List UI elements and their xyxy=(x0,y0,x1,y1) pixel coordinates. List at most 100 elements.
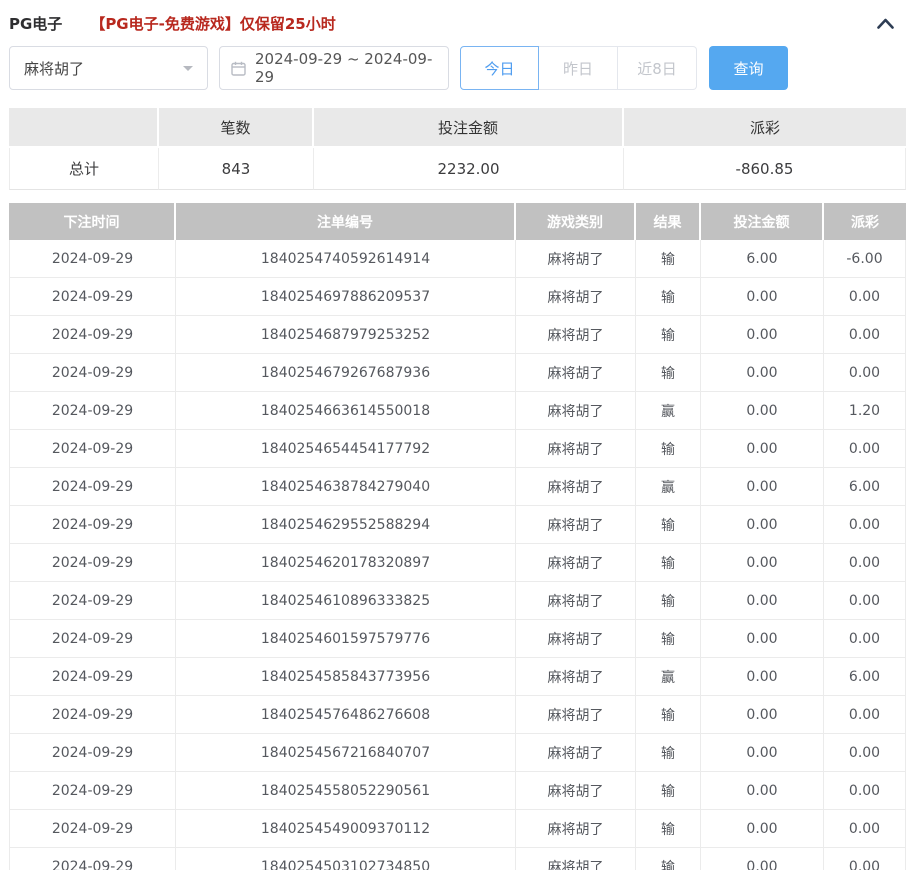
table-row: 2024-09-291840254740592614914麻将胡了输6.00-6… xyxy=(9,240,906,278)
cell-game-type: 麻将胡了 xyxy=(516,772,636,810)
cell-bet-amount: 0.00 xyxy=(701,506,824,544)
quick-range-buttons: 今日昨日近8日 xyxy=(460,46,697,90)
cell-bet-date: 2024-09-29 xyxy=(9,734,176,772)
cell-payout: 1.20 xyxy=(824,392,906,430)
table-row: 2024-09-291840254679267687936麻将胡了输0.000.… xyxy=(9,354,906,392)
pg-report-panel: PG电子 【PG电子-免费游戏】仅保留25小时 麻将胡了 2024-09-29 … xyxy=(0,0,915,870)
date-range-input[interactable]: 2024-09-29 ~ 2024-09-29 xyxy=(219,46,449,90)
cell-game-type: 麻将胡了 xyxy=(516,544,636,582)
cell-bet-id: 1840254620178320897 xyxy=(176,544,516,582)
cell-result: 输 xyxy=(636,430,701,468)
cell-result: 输 xyxy=(636,240,701,278)
cell-bet-id: 1840254610896333825 xyxy=(176,582,516,620)
cell-bet-date: 2024-09-29 xyxy=(9,620,176,658)
calendar-icon xyxy=(231,61,246,76)
cell-bet-date: 2024-09-29 xyxy=(9,696,176,734)
table-row: 2024-09-291840254654454177792麻将胡了输0.000.… xyxy=(9,430,906,468)
cell-result: 输 xyxy=(636,278,701,316)
cell-payout: 0.00 xyxy=(824,430,906,468)
bets-header-0: 下注时间 xyxy=(9,203,176,240)
cell-bet-amount: 0.00 xyxy=(701,544,824,582)
notice-text: 【PG电子-免费游戏】仅保留25小时 xyxy=(90,13,335,34)
cell-payout: 0.00 xyxy=(824,506,906,544)
cell-bet-id: 1840254576486276608 xyxy=(176,696,516,734)
cell-bet-date: 2024-09-29 xyxy=(9,582,176,620)
quick-range-yesterday[interactable]: 昨日 xyxy=(539,46,618,90)
cell-result: 输 xyxy=(636,354,701,392)
table-row: 2024-09-291840254503102734850麻将胡了输0.000.… xyxy=(9,848,906,870)
cell-bet-amount: 0.00 xyxy=(701,468,824,506)
cell-game-type: 麻将胡了 xyxy=(516,316,636,354)
cell-bet-amount: 0.00 xyxy=(701,392,824,430)
table-row: 2024-09-291840254601597579776麻将胡了输0.000.… xyxy=(9,620,906,658)
cell-result: 输 xyxy=(636,848,701,870)
quick-range-last-8-days[interactable]: 近8日 xyxy=(618,46,697,90)
cell-result: 输 xyxy=(636,810,701,848)
cell-game-type: 麻将胡了 xyxy=(516,734,636,772)
bets-header-3: 结果 xyxy=(636,203,701,240)
bets-table: 下注时间注单编号游戏类别结果投注金额派彩 2024-09-29184025474… xyxy=(9,203,906,870)
cell-payout: 0.00 xyxy=(824,278,906,316)
cell-bet-id: 1840254601597579776 xyxy=(176,620,516,658)
caret-down-icon xyxy=(183,66,193,76)
cell-bet-date: 2024-09-29 xyxy=(9,848,176,870)
table-row: 2024-09-291840254558052290561麻将胡了输0.000.… xyxy=(9,772,906,810)
summary-header-0 xyxy=(9,108,159,148)
cell-result: 输 xyxy=(636,620,701,658)
cell-game-type: 麻将胡了 xyxy=(516,506,636,544)
cell-game-type: 麻将胡了 xyxy=(516,848,636,870)
quick-range-today[interactable]: 今日 xyxy=(460,46,539,90)
cell-result: 输 xyxy=(636,316,701,354)
cell-game-type: 麻将胡了 xyxy=(516,582,636,620)
cell-result: 输 xyxy=(636,582,701,620)
cell-game-type: 麻将胡了 xyxy=(516,278,636,316)
cell-bet-amount: 6.00 xyxy=(701,240,824,278)
bets-table-body: 2024-09-291840254740592614914麻将胡了输6.00-6… xyxy=(9,240,906,870)
cell-game-type: 麻将胡了 xyxy=(516,240,636,278)
cell-payout: -6.00 xyxy=(824,240,906,278)
cell-bet-amount: 0.00 xyxy=(701,430,824,468)
cell-game-type: 麻将胡了 xyxy=(516,430,636,468)
cell-game-type: 麻将胡了 xyxy=(516,810,636,848)
cell-bet-amount: 0.00 xyxy=(701,278,824,316)
panel-header: PG电子 【PG电子-免费游戏】仅保留25小时 xyxy=(9,0,906,42)
summary-header-3: 派彩 xyxy=(624,108,906,148)
cell-bet-id: 1840254503102734850 xyxy=(176,848,516,870)
cell-bet-date: 2024-09-29 xyxy=(9,430,176,468)
cell-bet-date: 2024-09-29 xyxy=(9,316,176,354)
summary-header-row: 笔数投注金额派彩 xyxy=(9,108,906,148)
cell-game-type: 麻将胡了 xyxy=(516,354,636,392)
cell-bet-id: 1840254740592614914 xyxy=(176,240,516,278)
bets-header-row: 下注时间注单编号游戏类别结果投注金额派彩 xyxy=(9,203,906,240)
summary-total-label: 总计 xyxy=(9,148,159,190)
table-row: 2024-09-291840254663614550018麻将胡了赢0.001.… xyxy=(9,392,906,430)
cell-bet-date: 2024-09-29 xyxy=(9,772,176,810)
cell-payout: 0.00 xyxy=(824,696,906,734)
cell-bet-id: 1840254663614550018 xyxy=(176,392,516,430)
chevron-up-icon[interactable] xyxy=(877,18,894,29)
cell-payout: 0.00 xyxy=(824,620,906,658)
table-row: 2024-09-291840254638784279040麻将胡了赢0.006.… xyxy=(9,468,906,506)
cell-result: 输 xyxy=(636,696,701,734)
table-row: 2024-09-291840254567216840707麻将胡了输0.000.… xyxy=(9,734,906,772)
game-select[interactable]: 麻将胡了 xyxy=(9,46,208,90)
cell-bet-date: 2024-09-29 xyxy=(9,658,176,696)
cell-bet-id: 1840254558052290561 xyxy=(176,772,516,810)
summary-header-1: 笔数 xyxy=(159,108,314,148)
cell-payout: 0.00 xyxy=(824,316,906,354)
date-range-value: 2024-09-29 ~ 2024-09-29 xyxy=(255,50,437,86)
cell-bet-amount: 0.00 xyxy=(701,620,824,658)
table-row: 2024-09-291840254576486276608麻将胡了输0.000.… xyxy=(9,696,906,734)
table-row: 2024-09-291840254585843773956麻将胡了赢0.006.… xyxy=(9,658,906,696)
table-row: 2024-09-291840254549009370112麻将胡了输0.000.… xyxy=(9,810,906,848)
cell-bet-date: 2024-09-29 xyxy=(9,240,176,278)
table-row: 2024-09-291840254620178320897麻将胡了输0.000.… xyxy=(9,544,906,582)
cell-bet-id: 1840254549009370112 xyxy=(176,810,516,848)
cell-bet-id: 1840254629552588294 xyxy=(176,506,516,544)
cell-result: 输 xyxy=(636,734,701,772)
query-button[interactable]: 查询 xyxy=(709,46,788,90)
cell-bet-amount: 0.00 xyxy=(701,696,824,734)
cell-bet-id: 1840254638784279040 xyxy=(176,468,516,506)
bets-header-4: 投注金额 xyxy=(701,203,824,240)
summary-total-row: 总计8432232.00-860.85 xyxy=(9,148,906,190)
